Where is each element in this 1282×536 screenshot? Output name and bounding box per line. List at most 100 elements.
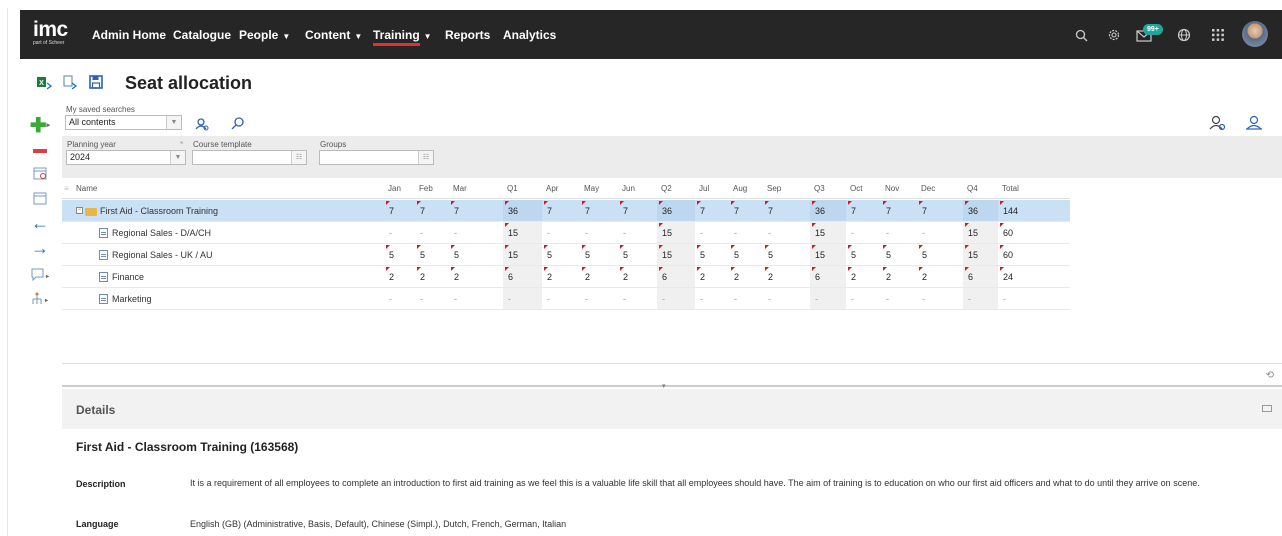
column-header-feb[interactable]: Feb [419, 179, 433, 198]
user-avatar[interactable] [1242, 21, 1268, 47]
cell-q4[interactable]: 36 [968, 200, 978, 221]
cell-apr[interactable]: - [547, 222, 550, 243]
cell-jan[interactable]: - [389, 222, 392, 243]
cell-mar[interactable]: - [454, 288, 457, 309]
user-settings-icon[interactable] [1208, 114, 1226, 137]
cell-jun[interactable]: - [623, 222, 626, 243]
cell-may[interactable]: - [585, 288, 588, 309]
nav-reports[interactable]: Reports [445, 28, 490, 42]
cell-aug[interactable]: - [734, 222, 737, 243]
cell-mar[interactable]: - [454, 222, 457, 243]
table-row[interactable]: Marketing - - - - - - - - - - - - - - - - - [62, 288, 1070, 310]
column-header-q2[interactable]: Q2 [661, 179, 672, 198]
search-icon[interactable] [1072, 26, 1090, 44]
saved-searches-select[interactable]: All contents ▼ [65, 115, 182, 130]
cell-total[interactable]: 60 [1003, 222, 1013, 243]
groups-field[interactable]: ☷ [319, 150, 434, 165]
row-name[interactable]: Marketing [99, 288, 152, 309]
collapse-panel-icon[interactable] [1262, 405, 1272, 412]
cell-nov[interactable]: - [886, 288, 889, 309]
cell-q2[interactable]: 15 [662, 244, 672, 265]
search-icon[interactable] [231, 116, 245, 135]
cell-oct[interactable]: - [851, 222, 854, 243]
cell-q2[interactable]: - [662, 288, 665, 309]
row-name[interactable]: − First Aid - Classroom Training [76, 200, 218, 221]
column-header-jan[interactable]: Jan [388, 179, 401, 198]
save-icon[interactable] [88, 74, 104, 90]
column-header-q3[interactable]: Q3 [814, 179, 825, 198]
nav-analytics[interactable]: Analytics [503, 28, 556, 42]
row-name[interactable]: Finance [99, 266, 144, 287]
nav-admin-home[interactable]: Admin Home [92, 28, 166, 42]
collapse-icon[interactable]: − [76, 207, 83, 214]
table-row[interactable]: Regional Sales - D/A/CH - - - 15 - - - 15 - - - 15 - -… [62, 222, 1070, 244]
cell-q4[interactable]: 15 [968, 244, 978, 265]
cell-q3[interactable]: 15 [815, 244, 825, 265]
gear-icon[interactable] [1105, 26, 1123, 44]
cell-sep[interactable]: - [768, 222, 771, 243]
cell-q1[interactable]: 15 [508, 244, 518, 265]
cell-apr[interactable]: - [547, 288, 550, 309]
cell-jun[interactable]: - [623, 288, 626, 309]
cell-feb[interactable]: - [420, 288, 423, 309]
excel-export-icon[interactable]: X [36, 74, 53, 90]
column-header-mar[interactable]: Mar [453, 179, 467, 198]
column-header-name[interactable]: Name [76, 179, 97, 198]
user-search-icon[interactable] [194, 116, 210, 137]
remove-icon[interactable] [30, 143, 50, 159]
cell-jan[interactable]: - [389, 288, 392, 309]
cell-feb[interactable]: - [420, 222, 423, 243]
column-header-nov[interactable]: Nov [885, 179, 899, 198]
list-picker-icon[interactable]: ☷ [291, 151, 306, 164]
cell-q1[interactable]: 36 [508, 200, 518, 221]
refresh-icon[interactable]: ⟲ [1266, 370, 1274, 381]
cell-dec[interactable]: - [922, 222, 925, 243]
column-header-jul[interactable]: Jul [699, 179, 709, 198]
cell-nov[interactable]: - [886, 222, 889, 243]
column-header-q4[interactable]: Q4 [967, 179, 978, 198]
cell-q2[interactable]: 15 [662, 222, 672, 243]
comment-icon[interactable]: ▸ [30, 267, 50, 283]
calendar-icon[interactable] [30, 190, 50, 206]
column-menu-icon[interactable]: ≡ [64, 179, 69, 198]
nav-people[interactable]: People ▼ [239, 28, 290, 42]
cell-total[interactable]: - [1003, 288, 1006, 309]
hierarchy-icon[interactable]: ▸ [30, 291, 50, 307]
row-name[interactable]: Regional Sales - UK / AU [99, 244, 213, 265]
add-icon[interactable]: ✚ ▸ [30, 115, 50, 137]
cell-q3[interactable]: 15 [815, 222, 825, 243]
table-row[interactable]: Finance 2 2 2 6 2 2 2 6 2 2 2 6 2 2 2 6 24 [62, 266, 1070, 288]
cell-sep[interactable]: - [768, 288, 771, 309]
cell-q4[interactable]: - [968, 288, 971, 309]
cell-total[interactable]: 144 [1003, 200, 1018, 221]
cell-q3[interactable]: - [815, 288, 818, 309]
cell-aug[interactable]: - [734, 288, 737, 309]
cell-dec[interactable]: - [922, 288, 925, 309]
cell-total[interactable]: 60 [1003, 244, 1013, 265]
nav-training[interactable]: Training ▼ [373, 28, 432, 46]
column-header-total[interactable]: Total [1002, 179, 1019, 198]
column-header-oct[interactable]: Oct [850, 179, 862, 198]
column-header-q1[interactable]: Q1 [507, 179, 518, 198]
table-row[interactable]: Regional Sales - UK / AU 5 5 5 15 5 5 5 15 5 5 5 15 5… [62, 244, 1070, 266]
globe-icon[interactable] [1175, 26, 1193, 44]
cell-q1[interactable]: 15 [508, 222, 518, 243]
cell-q2[interactable]: 36 [662, 200, 672, 221]
column-header-apr[interactable]: Apr [546, 179, 558, 198]
cell-total[interactable]: 24 [1003, 266, 1013, 287]
nav-content[interactable]: Content ▼ [305, 28, 362, 42]
column-header-aug[interactable]: Aug [733, 179, 747, 198]
planning-year-select[interactable]: 2024 ▼ [66, 150, 186, 165]
cell-jul[interactable]: - [700, 222, 703, 243]
cell-q3[interactable]: 36 [815, 200, 825, 221]
imc-logo[interactable]: imc part of Scheer [33, 19, 73, 50]
arrow-right-icon[interactable]: → [30, 238, 50, 258]
cell-may[interactable]: - [585, 222, 588, 243]
column-header-sep[interactable]: Sep [767, 179, 781, 198]
column-header-dec[interactable]: Dec [921, 179, 935, 198]
arrow-left-icon[interactable]: ← [30, 213, 50, 233]
export-icon[interactable] [62, 74, 78, 90]
cell-q1[interactable]: - [508, 288, 511, 309]
course-template-field[interactable]: ☷ [192, 150, 307, 165]
column-header-jun[interactable]: Jun [622, 179, 635, 198]
